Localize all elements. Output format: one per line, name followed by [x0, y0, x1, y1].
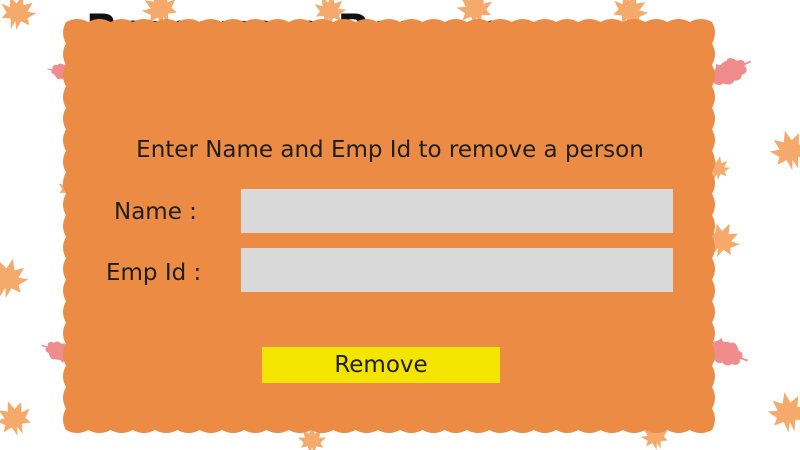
- name-label: Name :: [114, 199, 197, 225]
- name-input[interactable]: [241, 189, 673, 233]
- emp-id-input[interactable]: [241, 248, 673, 292]
- remove-button[interactable]: Remove: [262, 347, 500, 383]
- emp-id-label: Emp Id :: [106, 260, 202, 286]
- remove-person-screen: Remove a Person Enter Name and Emp Id to…: [0, 0, 800, 450]
- instructions-text: Enter Name and Emp Id to remove a person: [136, 137, 644, 163]
